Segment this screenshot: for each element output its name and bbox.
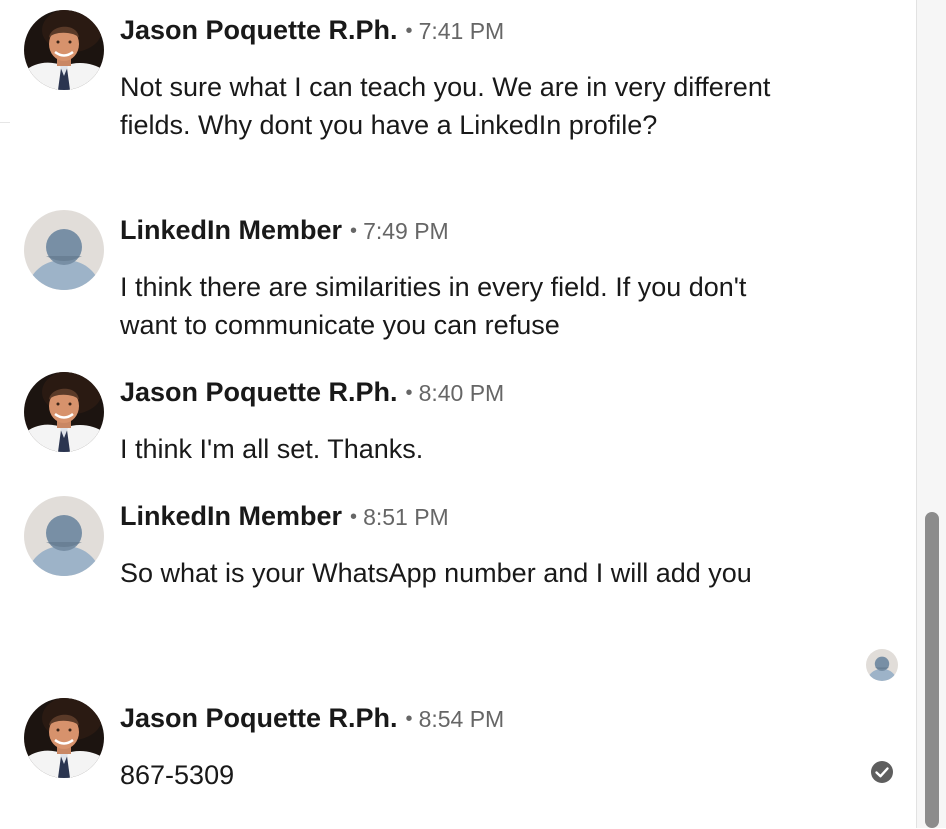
- timestamp: 8:54 PM: [418, 706, 505, 732]
- message-header: Jason Poquette R.Ph. • 7:41 PM: [120, 14, 504, 51]
- timestamp: 7:49 PM: [363, 218, 449, 244]
- default-member-icon[interactable]: [24, 496, 104, 576]
- message-item: Jason Poquette R.Ph. • 7:41 PM Not sure wh…: [24, 10, 884, 180]
- message-header: Jason Poquette R.Ph. • 8:54 PM: [120, 702, 504, 739]
- profile-photo-avatar[interactable]: [24, 10, 104, 90]
- message-header: LinkedIn Member • 7:49 PM: [120, 214, 449, 251]
- separator-dot: •: [405, 20, 413, 42]
- scrollbar-thumb[interactable]: [925, 512, 939, 828]
- message-header: Jason Poquette R.Ph. • 8:40 PM: [120, 376, 504, 413]
- message-text: So what is your WhatsApp number and I wi…: [120, 558, 752, 588]
- separator-dot: •: [405, 382, 413, 404]
- message-item: LinkedIn Member • 7:49 PM I think there ar…: [24, 210, 884, 350]
- message-text: I think there are similarities in every …: [120, 272, 747, 340]
- read-receipt-icon[interactable]: [866, 649, 898, 681]
- separator-dot: •: [405, 708, 413, 730]
- profile-photo-avatar[interactable]: [24, 698, 104, 778]
- divider: [0, 122, 10, 829]
- message-text: Not sure what I can teach you. We are in…: [120, 72, 771, 140]
- default-member-icon[interactable]: [24, 210, 104, 290]
- sender-name[interactable]: Jason Poquette R.Ph.: [120, 377, 398, 407]
- check-circle-icon: [871, 761, 893, 783]
- sender-name[interactable]: Jason Poquette R.Ph.: [120, 15, 398, 45]
- sender-name[interactable]: LinkedIn Member: [120, 501, 342, 531]
- message-thread: Jason Poquette R.Ph. • 7:41 PM Not sure wh…: [0, 0, 916, 828]
- message-item: Jason Poquette R.Ph. • 8:40 PM I think I'm…: [24, 372, 884, 472]
- timestamp: 7:41 PM: [418, 18, 505, 44]
- sender-name[interactable]: LinkedIn Member: [120, 215, 342, 245]
- separator-dot: •: [350, 506, 358, 528]
- separator-dot: •: [350, 220, 358, 242]
- message-header: LinkedIn Member • 8:51 PM: [120, 500, 449, 537]
- sender-name[interactable]: Jason Poquette R.Ph.: [120, 703, 398, 733]
- message-text: I think I'm all set. Thanks.: [120, 434, 424, 464]
- profile-photo-avatar[interactable]: [24, 372, 104, 452]
- timestamp: 8:51 PM: [363, 504, 449, 530]
- timestamp: 8:40 PM: [418, 380, 505, 406]
- message-text: 867-5309: [120, 760, 235, 790]
- message-item: Jason Poquette R.Ph. • 8:54 PM 867-5309: [24, 698, 884, 808]
- message-item: LinkedIn Member • 8:51 PM So what is your …: [24, 496, 884, 636]
- scrollbar[interactable]: [916, 0, 946, 828]
